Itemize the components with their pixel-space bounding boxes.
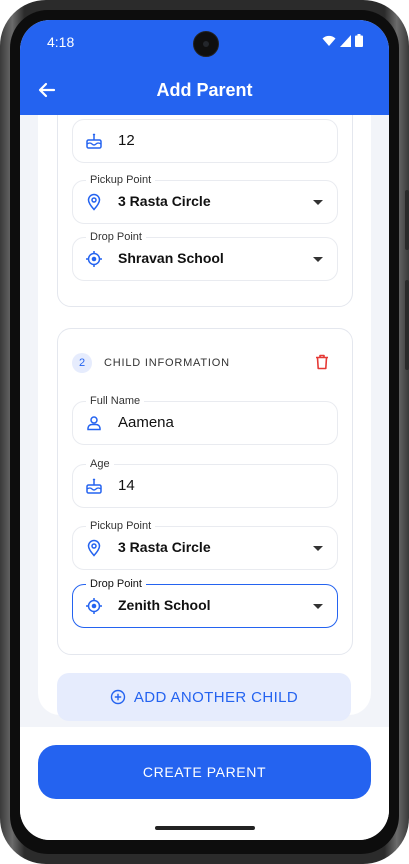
drop-value: Zenith School [118, 597, 211, 613]
cake-icon [86, 478, 102, 494]
status-icons [322, 34, 363, 47]
child2-pickup-select[interactable]: Pickup Point 3 Rasta Circle [72, 519, 338, 570]
form-scroll-area[interactable]: 12 Pickup Point 3 Rasta Circle Drop Poin… [20, 115, 389, 727]
status-time: 4:18 [47, 34, 75, 50]
full-name-label: Full Name [86, 394, 145, 408]
add-another-child-button[interactable]: ADD ANOTHER CHILD [57, 673, 351, 721]
child1-pickup-label: Pickup Point [86, 173, 156, 187]
dropdown-caret-icon [313, 604, 323, 609]
wifi-icon [322, 35, 336, 46]
child1-age-value: 12 [118, 132, 135, 149]
location-pin-icon [87, 193, 101, 211]
target-location-icon [86, 598, 102, 614]
dropdown-caret-icon [313, 257, 323, 262]
section-title: CHILD INFORMATION [104, 357, 230, 369]
delete-child-button[interactable] [312, 352, 332, 372]
person-icon [87, 416, 101, 431]
child1-drop-value: Shravan School [118, 250, 224, 266]
full-name-value: Aamena [118, 414, 174, 431]
child2-age-field[interactable]: Age 14 [72, 457, 338, 508]
add-another-child-label: ADD ANOTHER CHILD [133, 688, 299, 706]
child2-drop-select[interactable]: Drop Point Zenith School [72, 577, 338, 628]
trash-icon [316, 354, 328, 370]
child1-pickup-select[interactable]: Pickup Point 3 Rasta Circle [72, 173, 338, 224]
drop-label: Drop Point [86, 577, 146, 591]
child-number-badge: 2 [72, 353, 92, 373]
dropdown-caret-icon [313, 546, 323, 551]
child2-full-name-field[interactable]: Full Name Aamena [72, 394, 338, 445]
dropdown-caret-icon [313, 200, 323, 205]
location-pin-icon [87, 539, 101, 557]
screen: 4:18 Add Parent 12 Pickup Point 3 Rasta … [20, 20, 389, 840]
pickup-label: Pickup Point [86, 519, 156, 533]
create-parent-button[interactable]: CREATE PARENT [38, 745, 371, 799]
phone-frame: 4:18 Add Parent 12 Pickup Point 3 Rasta … [0, 0, 409, 864]
add-circle-icon [110, 689, 126, 705]
child1-pickup-value: 3 Rasta Circle [118, 193, 211, 209]
front-camera [193, 31, 219, 57]
home-indicator[interactable] [155, 826, 255, 830]
child2-section-header: 2 CHILD INFORMATION [72, 351, 336, 375]
footer: CREATE PARENT [20, 727, 389, 840]
create-parent-label: CREATE PARENT [142, 764, 267, 780]
status-bar: 4:18 [20, 20, 389, 65]
target-location-icon [86, 251, 102, 267]
signal-icon [340, 34, 351, 47]
app-bar: Add Parent [20, 65, 389, 115]
child1-drop-label: Drop Point [86, 230, 146, 244]
pickup-value: 3 Rasta Circle [118, 539, 211, 555]
age-label: Age [86, 457, 114, 471]
cake-icon [86, 133, 102, 149]
page-title: Add Parent [156, 80, 253, 100]
child1-drop-select[interactable]: Drop Point Shravan School [72, 230, 338, 281]
age-value: 14 [118, 477, 135, 494]
child1-age-field[interactable]: 12 [72, 119, 338, 163]
power-button [405, 190, 409, 250]
volume-button [405, 280, 409, 370]
battery-icon [355, 34, 363, 47]
